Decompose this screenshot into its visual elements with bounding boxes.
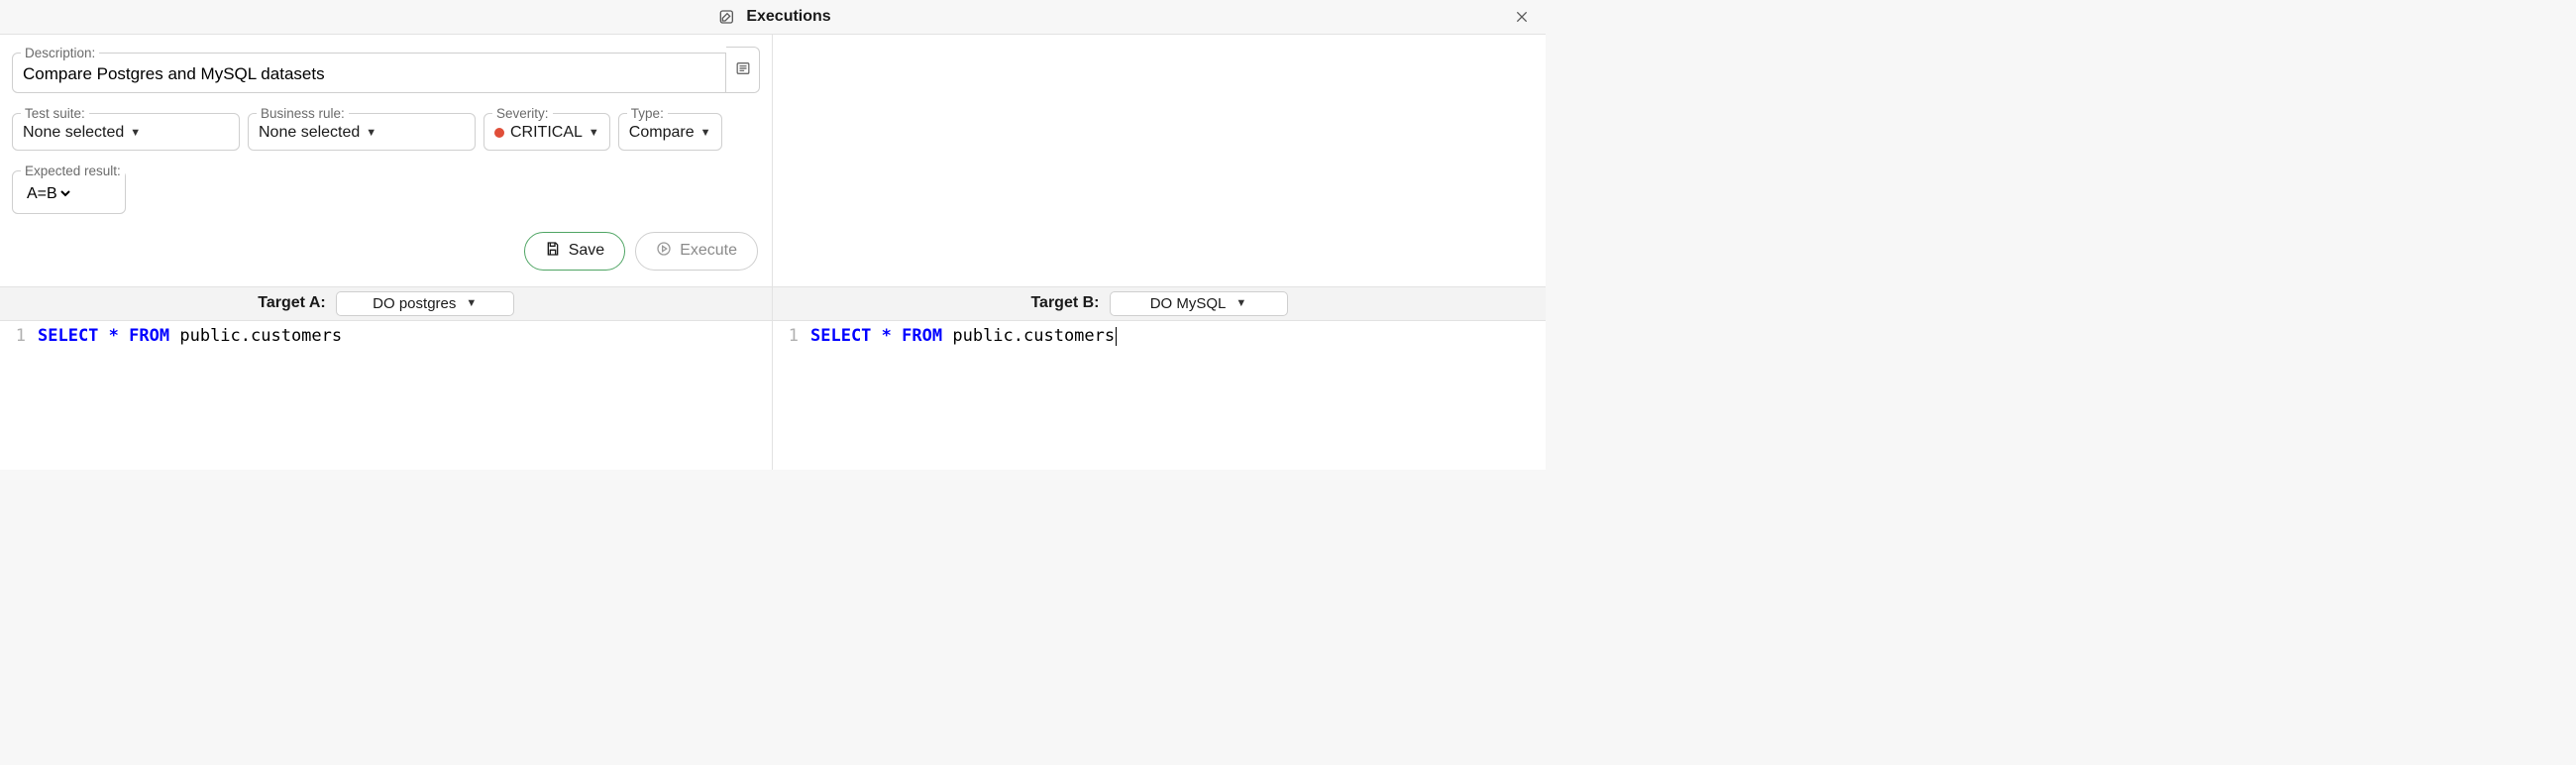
actions-row: Save Execute [12, 232, 760, 274]
close-icon[interactable] [1510, 5, 1534, 29]
editor-a-line-number: 1 [0, 325, 26, 349]
expand-description-button[interactable] [726, 47, 760, 93]
sql-editor-a[interactable]: 1 SELECT * FROM public.customers [0, 321, 773, 470]
test-suite-field[interactable]: Test suite: None selected ▼ [12, 107, 240, 152]
editor-a-gutter: 1 [0, 321, 34, 470]
caret-down-icon: ▼ [130, 127, 141, 139]
topbar-title: Executions [746, 8, 830, 26]
editor-b-line-1: SELECT * FROM public.customers [806, 321, 1117, 470]
description-input[interactable] [23, 64, 715, 84]
target-a-value: DO postgres [373, 295, 456, 312]
severity-value: CRITICAL [510, 124, 583, 142]
expected-result-field: Expected result: A=B [12, 164, 126, 214]
editors-row: 1 SELECT * FROM public.customers 1 SELEC… [0, 321, 1546, 470]
type-value: Compare [629, 124, 695, 142]
play-circle-icon [656, 241, 672, 262]
target-b-select[interactable]: DO MySQL ▼ [1110, 291, 1288, 316]
severity-label: Severity: [492, 107, 553, 121]
test-suite-label: Test suite: [21, 107, 89, 121]
target-a-select[interactable]: DO postgres ▼ [336, 291, 514, 316]
caret-down-icon: ▼ [466, 297, 477, 309]
test-suite-value: None selected [23, 124, 124, 142]
caret-down-icon: ▼ [700, 127, 711, 139]
text-lines-icon [734, 61, 752, 78]
save-icon [545, 241, 561, 262]
caret-down-icon: ▼ [589, 127, 599, 139]
description-field: Description: [12, 47, 726, 93]
topbar: Executions [0, 0, 1546, 34]
config-panel: Description: Test suite: None selected [0, 34, 1546, 287]
edit-note-icon [714, 5, 738, 29]
config-left: Description: Test suite: None selected [0, 35, 773, 286]
business-rule-label: Business rule: [257, 107, 349, 121]
expected-result-label: Expected result: [21, 164, 125, 178]
execute-button[interactable]: Execute [635, 232, 758, 271]
severity-field[interactable]: Severity: CRITICAL ▼ [483, 107, 610, 152]
expected-result-select[interactable]: A=B [23, 182, 73, 205]
description-label: Description: [21, 47, 99, 60]
caret-down-icon: ▼ [366, 127, 376, 139]
severity-dot-icon [494, 128, 504, 138]
business-rule-field[interactable]: Business rule: None selected ▼ [248, 107, 476, 152]
target-a-cell: Target A: DO postgres ▼ [0, 287, 773, 320]
targets-row: Target A: DO postgres ▼ Target B: DO MyS… [0, 287, 1546, 321]
caret-down-icon: ▼ [1235, 297, 1246, 309]
sql-editor-b[interactable]: 1 SELECT * FROM public.customers [773, 321, 1546, 470]
target-b-cell: Target B: DO MySQL ▼ [773, 287, 1546, 320]
editor-a-line-1: SELECT * FROM public.customers [34, 321, 342, 470]
text-cursor-icon [1116, 327, 1117, 346]
type-label: Type: [627, 107, 668, 121]
business-rule-value: None selected [259, 124, 360, 142]
executions-panel [773, 35, 1546, 286]
topbar-title-group: Executions [714, 5, 830, 29]
target-b-value: DO MySQL [1150, 295, 1227, 312]
editor-b-line-number: 1 [773, 325, 799, 349]
editor-b-gutter: 1 [773, 321, 806, 470]
save-button[interactable]: Save [524, 232, 625, 271]
type-field[interactable]: Type: Compare ▼ [618, 107, 722, 152]
target-a-label: Target A: [258, 294, 325, 312]
save-button-label: Save [569, 242, 604, 260]
target-b-label: Target B: [1030, 294, 1099, 312]
execute-button-label: Execute [680, 242, 737, 260]
